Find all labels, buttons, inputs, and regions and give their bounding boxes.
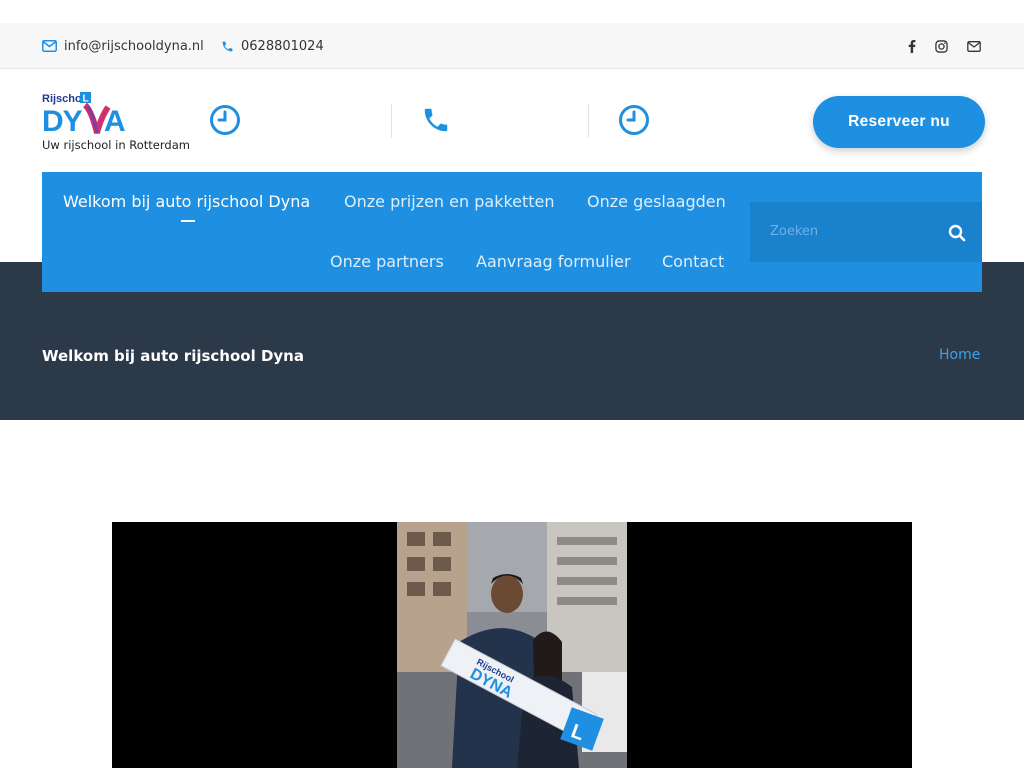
video-player[interactable]: Rijschool DYNA L [112, 522, 912, 768]
svg-text:L: L [83, 94, 89, 105]
instagram-icon [935, 39, 948, 53]
phone-icon [421, 104, 451, 140]
top-bar: info@rijschooldyna.nl 0628801024 [0, 23, 1024, 69]
nav-item-prijzen[interactable]: Onze prijzen en pakketten [344, 192, 555, 211]
email-contact[interactable]: info@rijschooldyna.nl [42, 23, 204, 69]
nav-item-aanvraag[interactable]: Aanvraag formulier [476, 252, 631, 271]
search-icon[interactable] [948, 224, 966, 246]
clock-icon [209, 104, 241, 140]
breadcrumb-home[interactable]: Home [939, 347, 980, 363]
phone-contact[interactable]: 0628801024 [221, 23, 324, 69]
nav-item-contact[interactable]: Contact [662, 252, 724, 271]
page-title: Welkom bij auto rijschool Dyna [42, 347, 304, 365]
envelope-icon [42, 40, 57, 52]
svg-text:A: A [104, 105, 126, 137]
email-text[interactable]: info@rijschooldyna.nl [64, 39, 204, 54]
search-input[interactable]: Zoeken [770, 224, 818, 239]
main-nav: Welkom bij auto rijschool Dyna Onze prij… [42, 172, 982, 292]
site-logo[interactable]: Rijschool L DY A [42, 91, 132, 138]
divider [588, 104, 589, 138]
svg-text:DY: DY [42, 105, 83, 137]
site-tagline: Uw rijschool in Rotterdam [42, 138, 190, 152]
facebook-link[interactable] [908, 23, 916, 69]
video-frame-image: Rijschool DYNA L [397, 522, 627, 768]
clock-icon [618, 104, 650, 140]
mail-icon [967, 40, 981, 52]
nav-item-welkom[interactable]: Welkom bij auto rijschool Dyna [63, 192, 310, 211]
reserve-button[interactable]: Reserveer nu [813, 96, 985, 148]
phone-text[interactable]: 0628801024 [241, 39, 324, 54]
facebook-icon [908, 39, 916, 53]
instagram-link[interactable] [935, 23, 948, 69]
nav-item-partners[interactable]: Onze partners [330, 252, 444, 271]
divider [391, 104, 392, 138]
nav-item-geslaagden[interactable]: Onze geslaagden [587, 192, 726, 211]
mail-link[interactable] [967, 23, 981, 69]
phone-icon [222, 41, 233, 51]
active-indicator [181, 220, 195, 222]
search-box[interactable]: Zoeken [750, 202, 982, 262]
